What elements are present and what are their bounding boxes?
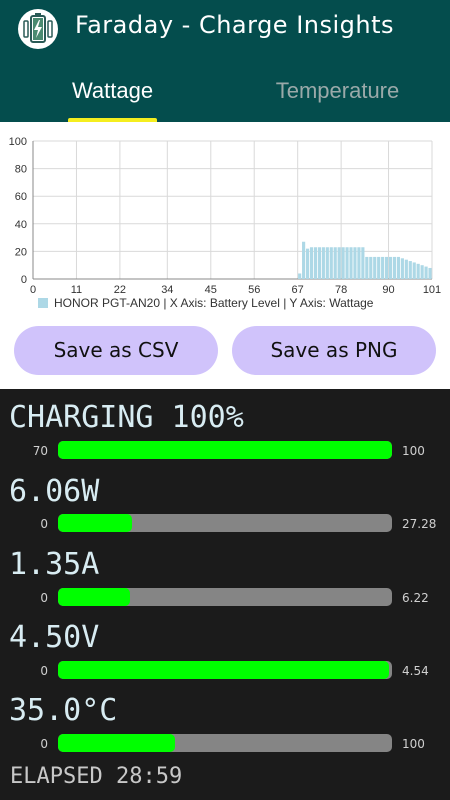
voltage-min: 0 — [40, 664, 48, 678]
chart-bar — [345, 247, 349, 279]
chart-legend-label: HONOR PGT-AN20 | X Axis: Battery Level |… — [54, 296, 374, 310]
temperature-gauge-fill — [58, 734, 175, 752]
wattage-value: 6.06W — [9, 474, 100, 509]
voltage-max: 4.54 — [402, 664, 429, 678]
chart-bar — [313, 247, 318, 279]
chart-bar — [396, 256, 401, 279]
save-png-button[interactable]: Save as PNG — [232, 326, 436, 375]
tab-temperature-label: Temperature — [275, 78, 400, 103]
current-max: 6.22 — [402, 591, 429, 605]
chart-bar — [333, 247, 337, 279]
elapsed-time: ELAPSED 28:59 — [10, 764, 183, 789]
voltage-value: 4.50V — [9, 620, 100, 655]
tab-wattage[interactable]: Wattage — [0, 78, 225, 122]
app-title: Faraday - Charge Insights — [75, 11, 395, 39]
chart-x-tick-label: 34 — [161, 284, 173, 296]
wattage-gauge — [58, 514, 392, 532]
tab-wattage-label: Wattage — [71, 78, 154, 103]
charging-gauge-fill — [58, 441, 392, 459]
temperature-min: 0 — [40, 737, 48, 751]
chart-y-tick-label: 0 — [21, 274, 27, 286]
current-gauge — [58, 588, 392, 606]
charging-status: CHARGING 100% — [9, 400, 244, 435]
chart-y-tick-label: 60 — [15, 191, 27, 203]
chart-bar — [337, 247, 341, 279]
chart-bar — [305, 248, 310, 279]
chart-y-tick-label: 100 — [9, 136, 27, 148]
wattage-chart: 0 11 22 34 45 56 67 78 90 101 0 20 40 60 80 100 HONOR PG… — [9, 136, 442, 310]
chart-bar — [412, 262, 416, 279]
chart-bar — [341, 247, 345, 279]
wattage-min: 0 — [40, 517, 48, 531]
chart-bar — [408, 261, 412, 279]
chart-bar — [428, 267, 432, 279]
voltage-gauge-fill — [58, 661, 389, 679]
chart-y-tick-label: 20 — [15, 246, 27, 258]
charging-max: 100 — [402, 444, 425, 458]
chart-bar — [361, 247, 365, 279]
chart-x-tick-label: 56 — [248, 284, 260, 296]
chart-bar — [377, 256, 381, 279]
chart-legend-swatch — [38, 298, 48, 308]
chart-y-tick-label: 40 — [15, 219, 27, 231]
chart-x-tick-label: 101 — [423, 284, 441, 296]
charging-min: 70 — [32, 444, 48, 458]
chart-bar — [388, 256, 393, 279]
chart-bar — [349, 247, 353, 279]
chart-bar — [381, 256, 385, 279]
wattage-gauge-fill — [58, 514, 133, 532]
current-gauge-fill — [58, 588, 131, 606]
chart-bar — [302, 241, 306, 279]
wattage-max: 27.28 — [402, 517, 437, 531]
chart-bar — [400, 258, 404, 279]
current-value: 1.35A — [9, 547, 100, 582]
chart-bar — [373, 256, 377, 279]
chart-bar — [365, 256, 369, 279]
chart-bar — [298, 273, 302, 279]
chart-x-tick-label: 11 — [71, 284, 82, 296]
save-csv-button[interactable]: Save as CSV — [14, 326, 218, 375]
chart-bar — [369, 256, 373, 279]
chart-bar — [384, 256, 389, 279]
chart-y-tick-label: 80 — [15, 164, 27, 176]
chart-bar — [416, 263, 420, 279]
chart-x-tick-label: 78 — [335, 284, 347, 296]
chart-bar — [404, 259, 408, 279]
chart-bar — [325, 247, 329, 279]
chart-bar — [353, 247, 357, 279]
chart-bar — [317, 247, 321, 279]
chart-bar — [392, 256, 397, 279]
temperature-max: 100 — [402, 737, 425, 751]
battery-charging-icon — [18, 9, 58, 49]
chart-bar — [357, 247, 361, 279]
tab-temperature[interactable]: Temperature — [225, 78, 450, 122]
chart-bar — [424, 266, 428, 279]
chart-bar — [309, 247, 314, 279]
voltage-gauge — [58, 661, 392, 679]
chart-x-tick-label: 45 — [205, 284, 217, 296]
temperature-value: 35.0°C — [9, 693, 118, 728]
chart-bar — [420, 265, 424, 279]
chart-bar — [329, 247, 333, 279]
chart-x-tick-label: 90 — [382, 284, 394, 296]
chart-x-tick-label: 67 — [292, 284, 304, 296]
chart-panel: 0 11 22 34 45 56 67 78 90 101 0 20 40 60 80 100 HONOR PG… — [0, 122, 450, 389]
app-bar: Faraday - Charge Insights Wattage Temper… — [0, 0, 450, 122]
chart-x-tick-label: 0 — [30, 284, 36, 296]
chart-x-tick-label: 22 — [114, 284, 126, 296]
temperature-gauge — [58, 734, 392, 752]
charging-gauge — [58, 441, 392, 459]
chart-bar — [321, 247, 325, 279]
current-min: 0 — [40, 591, 48, 605]
